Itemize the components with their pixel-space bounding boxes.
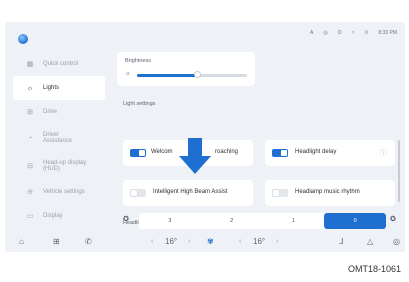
temp-right-value: 16° <box>253 236 266 246</box>
ihba-label: Intelligent High Beam Assist <box>153 189 228 195</box>
temp-left-up-icon[interactable]: › <box>188 238 190 245</box>
wifi-icon: ≈ <box>351 30 355 36</box>
sidebar-item-label: Lights <box>43 85 60 91</box>
headlamp-music-card[interactable]: Headlamp music rhythm <box>265 180 395 206</box>
welcome-light-label: Welcom <box>151 149 173 155</box>
brightness-label: Brightness <box>125 58 151 64</box>
figure-caption: OMT18-1061 <box>347 264 401 274</box>
height-seg-2[interactable]: 2 <box>201 213 263 229</box>
sidebar-item-label: Drive <box>43 109 58 115</box>
sidebar-item-driver-assistance[interactable]: ◔ Driver Assistance <box>13 124 105 152</box>
sidebar-item-label: Quick control <box>43 61 79 67</box>
light-icon: ☼ <box>26 84 34 92</box>
headlight-delay-label: Headlight delay <box>295 149 337 155</box>
headlamp-music-toggle[interactable] <box>272 189 288 197</box>
height-adjust-selector[interactable]: 3 2 1 0 <box>139 213 386 229</box>
sidebar-item-vehicle-settings[interactable]: ⊖ Vehicle settings <box>13 180 105 204</box>
warning-icon[interactable]: △ <box>367 237 373 246</box>
welcome-light-toggle[interactable] <box>130 149 146 157</box>
drive-icon: ⊞ <box>27 109 33 116</box>
temp-left-value: 16° <box>165 236 178 246</box>
a-icon: A <box>310 30 314 36</box>
temp-right-up-icon[interactable]: › <box>276 238 278 245</box>
main-content: Brightness ☼ Light settings Welcom roach… <box>117 46 403 236</box>
bottom-bar: ⌂ ⊞ ✆ ‹ 16° › ✾ ‹ 16° › ⅃ △ ◎ <box>5 230 405 252</box>
headlamp-music-label: Headlamp music rhythm <box>295 189 360 195</box>
light-settings-title: Light settings <box>123 101 156 107</box>
signal-icon: ⨉ <box>364 30 369 36</box>
hud-icon: ⊟ <box>27 163 33 170</box>
circle-icon: O <box>337 30 342 36</box>
home-icon[interactable]: ⌂ <box>19 237 24 246</box>
brightness-card: Brightness ☼ <box>117 52 255 86</box>
target-icon: ◎ <box>323 30 328 36</box>
car-icon: ⊖ <box>27 189 33 196</box>
phone-icon[interactable]: ✆ <box>85 237 92 246</box>
sidebar-item-quick-control[interactable]: ▦ Quick control <box>13 52 105 76</box>
apps-icon[interactable]: ⊞ <box>53 237 60 246</box>
headlight-high-icon: ✪ <box>390 216 396 223</box>
sun-icon: ☼ <box>125 71 131 77</box>
grid-icon: ▦ <box>26 61 34 68</box>
ihba-card[interactable]: Intelligent High Beam Assist <box>123 180 253 206</box>
logo-icon <box>18 34 28 44</box>
status-bar: A ◎ O ≈ ⨉ 8:33 PM <box>310 30 397 36</box>
assist-icon: ◔ <box>27 134 33 142</box>
sidebar-item-drive[interactable]: ⊞ Drive <box>13 100 105 124</box>
scrollbar[interactable] <box>398 140 400 202</box>
display-icon: ▭ <box>26 213 34 220</box>
climate-fan-icon[interactable]: ✾ <box>207 237 214 246</box>
sidebar-item-label: Display <box>43 213 63 219</box>
brightness-slider-knob[interactable] <box>194 71 201 78</box>
sidebar-item-label: Driver Assistance <box>43 132 73 144</box>
seat-icon[interactable]: ⅃ <box>339 237 343 246</box>
temp-left-down-icon[interactable]: ‹ <box>151 238 153 245</box>
height-seg-3[interactable]: 3 <box>139 213 201 229</box>
headlight-delay-card[interactable]: Headlight delay ⓘ <box>265 140 395 166</box>
temp-right-down-icon[interactable]: ‹ <box>239 238 241 245</box>
sidebar-item-label: Vehicle settings <box>43 189 85 195</box>
sidebar-item-lights[interactable]: ☼ Lights <box>13 76 105 100</box>
settings-icon[interactable]: ◎ <box>393 237 400 246</box>
infotainment-screen: A ◎ O ≈ ⨉ 8:33 PM ▦ Quick control ☼ Ligh… <box>5 22 405 252</box>
brightness-slider-fill <box>137 74 198 77</box>
sidebar: ▦ Quick control ☼ Lights ⊞ Drive ◔ Drive… <box>13 52 105 228</box>
sidebar-item-display[interactable]: ▭ Display <box>13 204 105 228</box>
height-seg-1[interactable]: 1 <box>263 213 325 229</box>
down-arrow-icon <box>179 138 211 174</box>
welcome-light-label-tail: roaching <box>215 149 239 155</box>
ihba-toggle[interactable] <box>130 189 146 197</box>
info-icon[interactable]: ⓘ <box>380 148 387 158</box>
headlight-delay-toggle[interactable] <box>272 149 288 157</box>
sidebar-item-label: Head-up display (HUD) <box>43 160 87 172</box>
sidebar-item-hud[interactable]: ⊟ Head-up display (HUD) <box>13 152 105 180</box>
headlight-low-icon: ✪ <box>123 216 129 223</box>
height-seg-0[interactable]: 0 <box>324 213 386 229</box>
clock-text: 8:33 PM <box>378 30 397 36</box>
